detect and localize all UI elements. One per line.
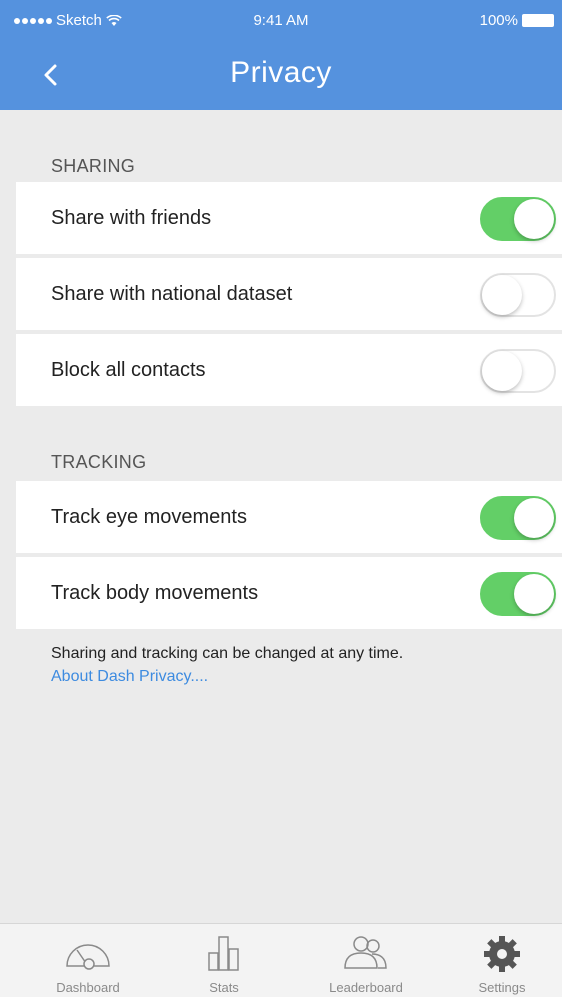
- tab-label: Stats: [209, 980, 239, 995]
- row-label: Track body movements: [51, 582, 259, 604]
- settings-row-block-all-contacts[interactable]: Block all contacts: [16, 334, 562, 406]
- tab-bar: Dashboard Stats Leaderboard Settings: [0, 923, 562, 997]
- share-with-national-dataset-toggle[interactable]: [480, 273, 556, 317]
- row-label: Track eye movements: [51, 506, 247, 528]
- settings-row-share-with-national-dataset[interactable]: Share with national dataset: [16, 258, 562, 330]
- privacy-note: Sharing and tracking can be changed at a…: [51, 645, 404, 662]
- bar-chart-icon: [208, 936, 239, 971]
- tab-leaderboard[interactable]: Leaderboard: [306, 924, 426, 997]
- tab-label: Leaderboard: [329, 980, 403, 995]
- section-header-sharing: SHARING: [51, 156, 136, 176]
- nav-bar: Privacy: [0, 40, 562, 110]
- about-privacy-link[interactable]: About Dash Privacy....: [51, 668, 208, 686]
- toggle-knob: [514, 574, 554, 614]
- tab-label: Dashboard: [56, 980, 120, 995]
- tab-stats[interactable]: Stats: [164, 924, 284, 997]
- settings-row-track-body-movements[interactable]: Track body movements: [16, 557, 562, 629]
- gear-icon: [484, 936, 520, 972]
- row-label: Block all contacts: [51, 359, 206, 381]
- toggle-knob: [514, 199, 554, 239]
- toggle-knob: [482, 275, 522, 315]
- settings-row-share-with-friends[interactable]: Share with friends: [16, 182, 562, 254]
- section-header-tracking: TRACKING: [51, 452, 147, 472]
- page-title: Privacy: [230, 56, 332, 89]
- battery-icon: [522, 14, 554, 27]
- status-time: 9:41 AM: [253, 12, 309, 29]
- tab-settings[interactable]: Settings: [442, 924, 562, 997]
- share-with-friends-toggle[interactable]: [480, 197, 556, 241]
- block-all-contacts-toggle[interactable]: [480, 349, 556, 393]
- row-label: Share with national dataset: [51, 283, 293, 305]
- battery-percent: 100%: [479, 12, 518, 29]
- gauge-icon: [66, 944, 110, 970]
- settings-row-track-eye-movements[interactable]: Track eye movements: [16, 481, 562, 553]
- tab-dashboard[interactable]: Dashboard: [28, 924, 148, 997]
- status-bar: Sketch 9:41 AM 100%: [0, 0, 562, 40]
- track-eye-movements-toggle[interactable]: [480, 496, 556, 540]
- tab-label: Settings: [478, 980, 526, 995]
- users-icon: [344, 936, 387, 969]
- toggle-knob: [514, 498, 554, 538]
- status-right: 100%: [480, 12, 554, 29]
- row-label: Share with friends: [51, 207, 212, 229]
- toggle-knob: [482, 351, 522, 391]
- track-body-movements-toggle[interactable]: [480, 572, 556, 616]
